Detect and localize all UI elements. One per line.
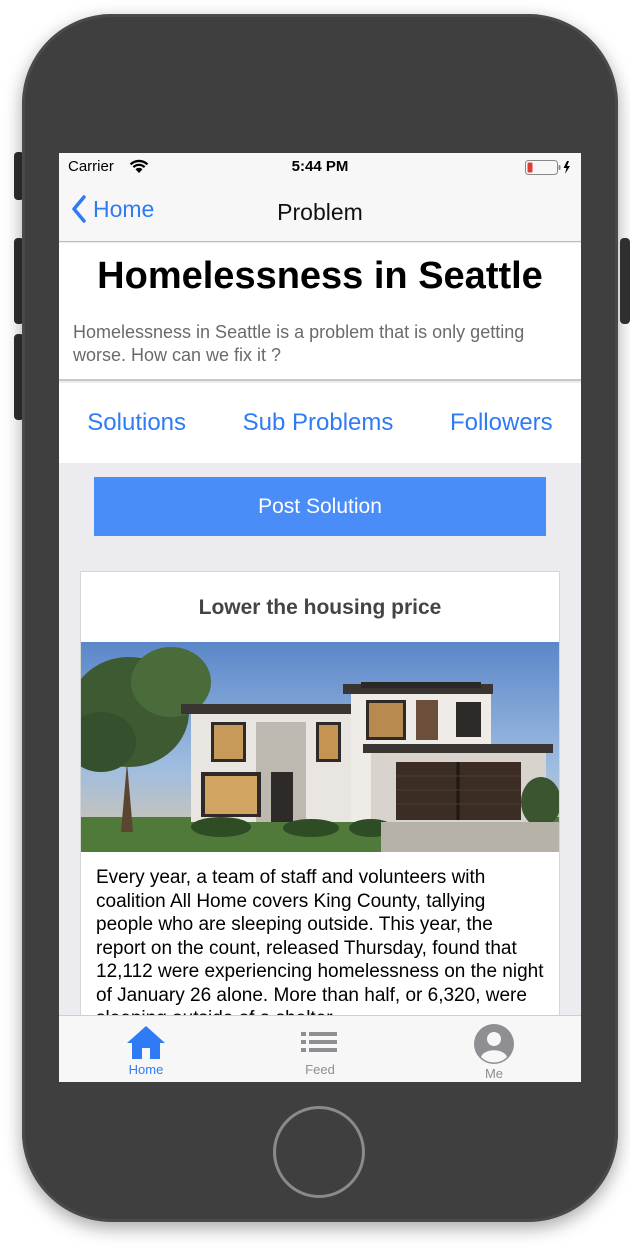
bottom-tab-home-label: Home xyxy=(128,1062,164,1077)
nav-title: Problem xyxy=(277,199,363,225)
bottom-tab-bar: Home Feed Me xyxy=(59,1015,581,1082)
segment-tabs: Solutions Sub Problems Followers xyxy=(59,383,581,463)
problem-description: Homelessness in Seattle is a problem tha… xyxy=(73,322,525,365)
solution-title: Lower the housing price xyxy=(198,596,442,619)
bottom-tab-feed-label: Feed xyxy=(305,1062,335,1077)
bottom-tab-me-label: Me xyxy=(484,1066,504,1081)
tab-sub-problems[interactable]: Sub Problems xyxy=(243,409,394,437)
list-icon xyxy=(301,1032,337,1052)
bottom-tab-me[interactable]: Me xyxy=(407,1016,581,1082)
home-icon xyxy=(127,1026,165,1059)
tab-solutions[interactable]: Solutions xyxy=(87,409,186,437)
home-hardware-button[interactable] xyxy=(273,1106,365,1198)
solution-text: Every year, a team of staff and voluntee… xyxy=(96,867,544,1029)
user-icon xyxy=(474,1024,514,1064)
problem-title: Homelessness in Seattle xyxy=(97,255,543,297)
solution-card[interactable]: Lower the housing price Every year, a te… xyxy=(80,571,560,1082)
status-bar: Carrier 5:44 PM xyxy=(59,153,581,181)
battery-icon xyxy=(525,160,570,175)
problem-header: Homelessness in Seattle Homelessness in … xyxy=(59,243,581,381)
bottom-tab-home[interactable]: Home xyxy=(59,1016,233,1082)
power-button xyxy=(620,238,630,324)
post-solution-button[interactable]: Post Solution xyxy=(94,477,546,536)
app-screen: Carrier 5:44 PM Home Problem Homelessnes… xyxy=(59,153,581,1082)
bottom-tab-feed[interactable]: Feed xyxy=(233,1016,407,1082)
house-image xyxy=(81,642,559,852)
status-time: 5:44 PM xyxy=(291,158,349,175)
navigation-bar: Home Problem xyxy=(59,181,581,242)
tab-followers[interactable]: Followers xyxy=(450,409,553,437)
